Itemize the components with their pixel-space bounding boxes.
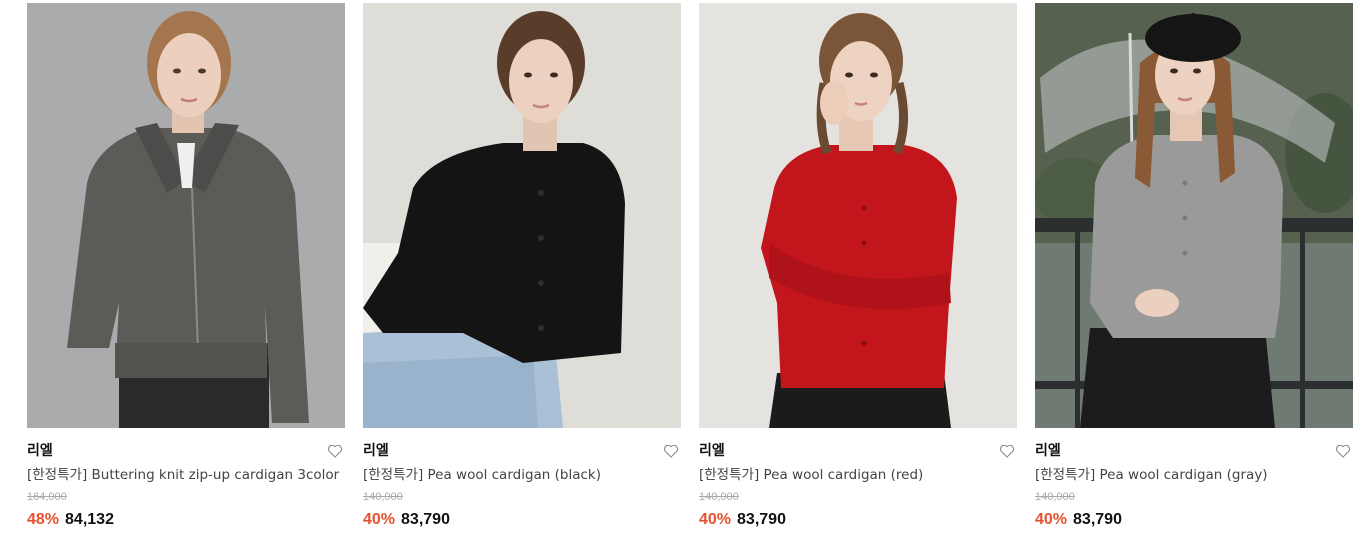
- price-row: 40% 83,790: [363, 510, 681, 530]
- product-title[interactable]: [한정특가] Pea wool cardigan (red): [699, 466, 1017, 484]
- discount-rate: 40%: [1035, 511, 1068, 528]
- product-image[interactable]: [363, 3, 681, 428]
- heart-outline-icon[interactable]: [663, 443, 679, 459]
- sale-price: 83,790: [1073, 511, 1122, 528]
- product-card[interactable]: 리엘 [한정특가] Pea wool cardigan (red) 140,00…: [699, 3, 1017, 530]
- product-card[interactable]: 리엘 [한정특가] Pea wool cardigan (gray) 140,0…: [1035, 3, 1353, 530]
- product-photo-red-cardigan: [699, 3, 1017, 428]
- price-row: 40% 83,790: [699, 510, 1017, 530]
- heart-outline-icon[interactable]: [1335, 443, 1351, 459]
- product-title[interactable]: [한정특가] Buttering knit zip-up cardigan 3c…: [27, 466, 345, 484]
- heart-outline-icon[interactable]: [327, 443, 343, 459]
- sale-price: 83,790: [737, 511, 786, 528]
- original-price: 164,000: [27, 491, 67, 503]
- product-image[interactable]: [27, 3, 345, 428]
- product-title[interactable]: [한정특가] Pea wool cardigan (gray): [1035, 466, 1353, 484]
- product-photo-black-cardigan: [363, 3, 681, 428]
- discount-rate: 40%: [699, 511, 732, 528]
- discount-rate: 40%: [363, 511, 396, 528]
- discount-rate: 48%: [27, 511, 60, 528]
- original-price: 140,000: [699, 491, 739, 503]
- product-card[interactable]: 리엘 [한정특가] Buttering knit zip-up cardigan…: [27, 3, 345, 530]
- product-photo-gray-cardigan: [1035, 3, 1353, 428]
- product-image[interactable]: [1035, 3, 1353, 428]
- brand-name[interactable]: 리엘: [363, 442, 681, 460]
- product-grid: 리엘 [한정특가] Buttering knit zip-up cardigan…: [0, 0, 1363, 539]
- product-image[interactable]: [699, 3, 1017, 428]
- sale-price: 83,790: [401, 511, 450, 528]
- original-price: 140,000: [363, 491, 403, 503]
- sale-price: 84,132: [65, 511, 114, 528]
- original-price: 140,000: [1035, 491, 1075, 503]
- price-row: 40% 83,790: [1035, 510, 1353, 530]
- brand-name[interactable]: 리엘: [699, 442, 1017, 460]
- brand-name[interactable]: 리엘: [27, 442, 345, 460]
- price-row: 48% 84,132: [27, 510, 345, 530]
- product-title[interactable]: [한정특가] Pea wool cardigan (black): [363, 466, 681, 484]
- heart-outline-icon[interactable]: [999, 443, 1015, 459]
- brand-name[interactable]: 리엘: [1035, 442, 1353, 460]
- product-photo-zip-up-cardigan: [27, 3, 345, 428]
- product-card[interactable]: 리엘 [한정특가] Pea wool cardigan (black) 140,…: [363, 3, 681, 530]
